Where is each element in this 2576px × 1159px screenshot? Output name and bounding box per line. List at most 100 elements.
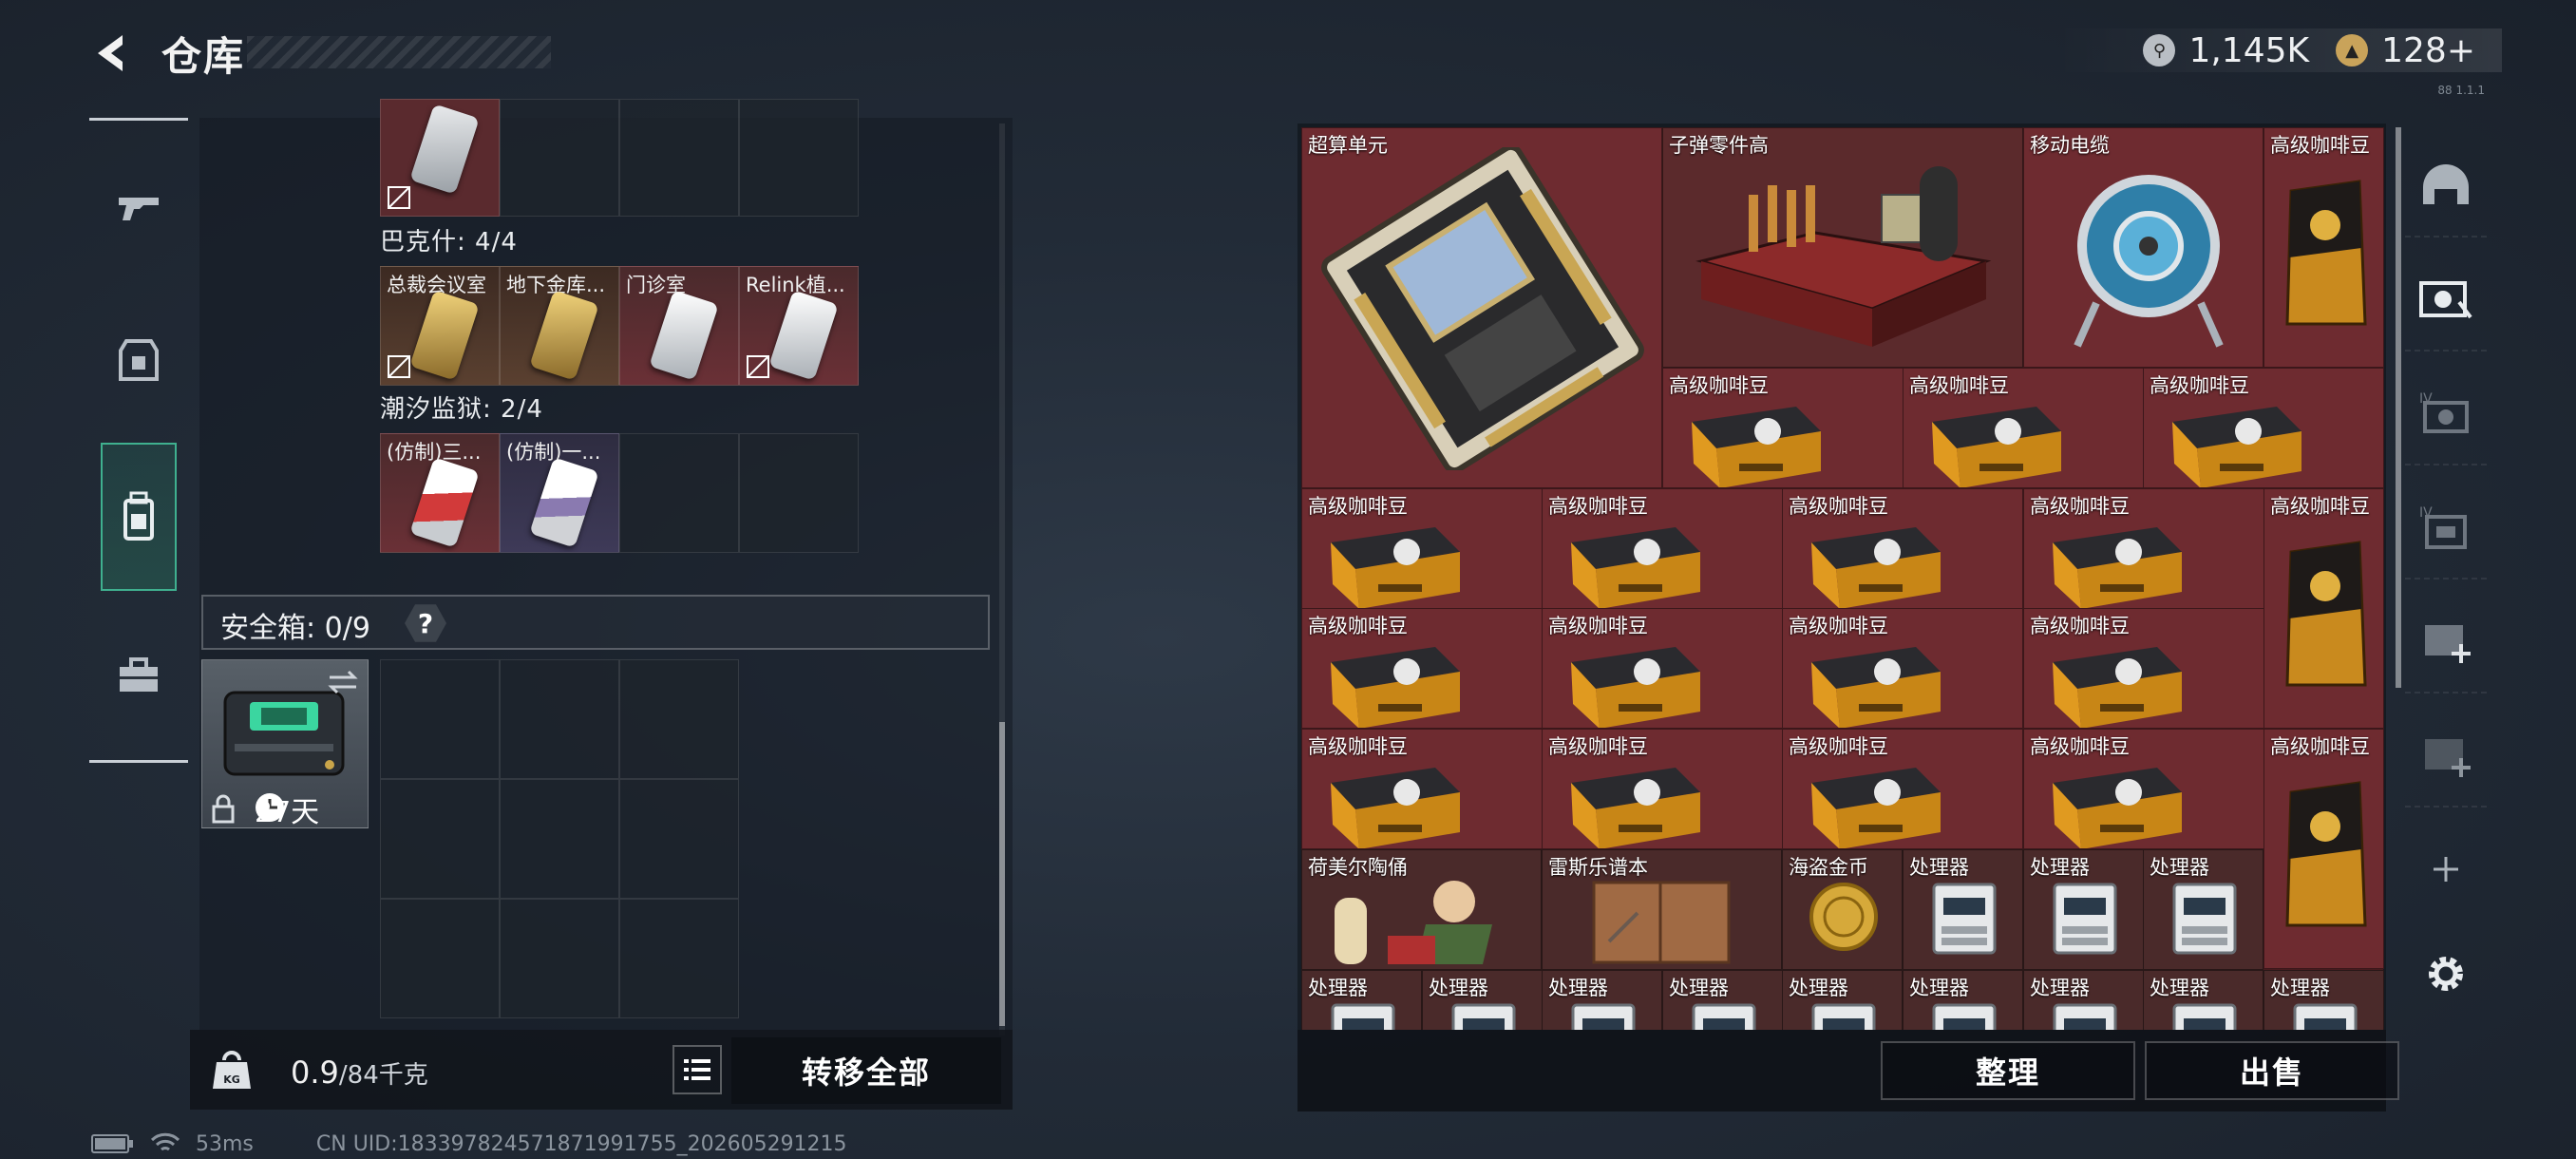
safe-slot[interactable] [500,899,619,1018]
plus-icon [2434,857,2458,882]
sort-button[interactable]: 整理 [1881,1041,2135,1100]
sell-button[interactable]: 出售 [2145,1041,2399,1100]
item-processor[interactable]: 处理器 [1422,970,1543,1030]
rail-item-weapons[interactable] [101,169,177,245]
item-ammo-parts[interactable]: 子弹零件高 [1662,127,2023,368]
item-coffee-box[interactable]: 高级咖啡豆 [1782,488,2023,609]
rail-item-add[interactable] [2405,817,2487,922]
item-label: 高级咖啡豆 [1669,374,1769,397]
coffee-box-icon [1811,647,1941,728]
container-scrollbar[interactable] [2396,127,2401,688]
item-coffee-bag[interactable]: 高级咖啡豆 [2263,729,2384,969]
svg-text:KG: KG [223,1074,240,1086]
rail-item-toolbox[interactable] [101,636,177,712]
item-label: 高级咖啡豆 [2030,615,2130,637]
rail-item-armor[interactable] [101,323,177,399]
rail-item-backpack[interactable] [101,443,177,591]
processor-icon [1692,1003,1756,1030]
music-book-icon [1592,881,1731,964]
item-processor[interactable]: 处理器 [1782,970,1903,1030]
unlinked-icon [747,355,769,378]
backpack-iv-icon: IV [2419,505,2467,549]
processor-icon [2293,1003,2358,1030]
item-processor[interactable]: 处理器 [2023,970,2144,1030]
item-label: 高级咖啡豆 [2270,735,2370,758]
coffee-box-icon [1331,647,1460,728]
back-button[interactable] [85,27,139,80]
item-coffee-box[interactable]: 高级咖啡豆 [1301,729,1543,849]
silver-keycard-icon [768,290,839,381]
keycard-slot[interactable]: 门诊室 [619,266,739,386]
item-coffee-box[interactable]: 高级咖啡豆 [2023,608,2264,729]
item-processor[interactable]: 处理器 [1903,849,2023,970]
rail-item-add-slot[interactable] [2405,589,2487,694]
item-coffee-box[interactable]: 高级咖啡豆 [1542,729,1783,849]
item-coffee-box[interactable]: 高级咖啡豆 [1782,608,2023,729]
item-processor[interactable]: 处理器 [1542,970,1662,1030]
item-coffee-box[interactable]: 高级咖啡豆 [1782,729,2023,849]
transfer-all-button[interactable]: 转移全部 [731,1037,1001,1104]
keycard-slot[interactable]: (仿制)一... [500,433,619,553]
safe-slot[interactable] [500,659,619,779]
inventory-scroll-thumb[interactable] [999,722,1005,1026]
rail-item-helmet[interactable] [2405,133,2487,238]
item-coffee-box[interactable]: 高级咖啡豆 [1542,488,1783,609]
item-processor[interactable]: 处理器 [1301,970,1422,1030]
item-processor[interactable]: 处理器 [1662,970,1783,1030]
item-supercomputer[interactable]: 超算单元 [1301,127,1662,488]
item-label: 高级咖啡豆 [1789,615,1888,637]
item-label: 高级咖啡豆 [1789,495,1888,518]
keycard-slot[interactable]: 地下金库... [500,266,619,386]
coffee-bag-icon [2285,541,2367,687]
safe-slot[interactable] [500,779,619,899]
toolbox-icon [120,657,158,692]
keycard-slot[interactable]: Relink植... [739,266,859,386]
item-figurine[interactable]: 荷美尔陶俑 [1301,849,1542,970]
coffee-box-icon [1571,647,1700,728]
item-coffee-box[interactable]: 高级咖啡豆 [1301,488,1543,609]
inventory-slot[interactable] [619,433,739,553]
item-music-book[interactable]: 雷斯乐谱本 [1542,849,1782,970]
item-coffee-box[interactable]: 高级咖啡豆 [1662,368,1904,488]
inventory-slot[interactable] [739,99,859,217]
safe-slot[interactable] [619,899,739,1018]
item-coffee-bag[interactable]: 高级咖啡豆 [2263,488,2384,729]
item-processor[interactable]: 处理器 [2143,970,2263,1030]
rail-item-add-slot[interactable] [2405,703,2487,808]
safe-slot[interactable] [380,659,500,779]
item-coffee-box[interactable]: 高级咖啡豆 [2023,488,2264,609]
rail-item-armor-card[interactable] [2405,247,2487,352]
item-coffee-box[interactable]: 高级咖啡豆 [2023,729,2264,849]
safe-slot[interactable] [619,659,739,779]
item-coffee-box[interactable]: 高级咖啡豆 [1903,368,2144,488]
inventory-slot[interactable] [739,433,859,553]
inventory-slot[interactable] [619,99,739,217]
safe-slot[interactable] [619,779,739,899]
inventory-slot[interactable] [500,99,619,217]
item-coffee-box[interactable]: 高级咖啡豆 [1542,608,1783,729]
gun-icon [119,198,159,220]
keycard-slot[interactable]: (仿制)三... [380,433,500,553]
processor-icon [1331,1003,1395,1030]
status-bar: 53ms CN UID:1833978245718719917​55_20260… [91,1130,847,1157]
item-processor[interactable]: 处理器 [2263,970,2384,1030]
rail-item-armor-iv[interactable]: IV [2405,361,2487,466]
purple-keycard-icon [529,457,599,548]
item-coffee-box[interactable]: 高级咖啡豆 [2143,368,2384,488]
item-pirate-coin[interactable]: 海盗金币 [1782,849,1903,970]
inventory-slot[interactable] [380,99,500,217]
item-coffee-bag[interactable]: 高级咖啡豆 [2263,127,2384,368]
settings-button[interactable] [2405,922,2487,1026]
item-processor[interactable]: 处理器 [2023,849,2144,970]
keycard-slot[interactable]: 总裁会议室 [380,266,500,386]
safe-slot[interactable] [380,779,500,899]
item-processor[interactable]: 处理器 [1903,970,2023,1030]
rail-item-backpack-iv[interactable]: IV [2405,475,2487,580]
list-view-button[interactable] [672,1045,722,1094]
item-coffee-box[interactable]: 高级咖啡豆 [1301,608,1543,729]
weight-icon: KG [213,1051,251,1089]
item-processor[interactable]: 处理器 [2143,849,2263,970]
section-label-tide-prison: 潮汐监狱: 2/4 [380,395,543,424]
item-cable-reel[interactable]: 移动电缆 [2023,127,2263,368]
safe-slot[interactable] [380,899,500,1018]
